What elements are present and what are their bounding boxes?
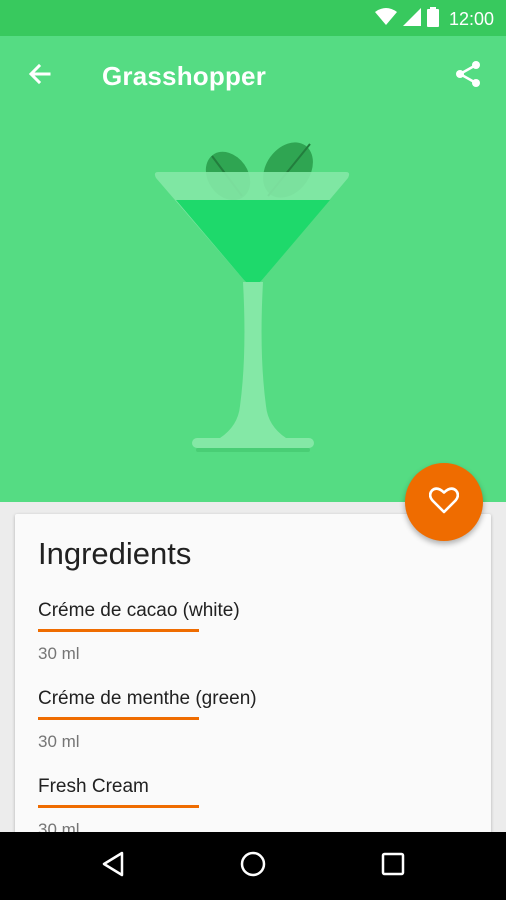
arrow-back-icon <box>27 61 53 91</box>
share-button[interactable] <box>450 58 486 94</box>
ingredient-amount: 30 ml <box>38 644 80 663</box>
signal-icon <box>402 8 421 30</box>
ingredient-name: Créme de cacao (white) <box>38 600 240 621</box>
ingredient-amount: 30 ml <box>38 732 80 751</box>
status-bar: 12:00 <box>0 0 506 36</box>
share-icon <box>454 60 482 92</box>
status-icons: 12:00 <box>374 7 494 31</box>
status-time: 12:00 <box>448 8 494 29</box>
ingredients-heading: Ingredients <box>38 536 192 571</box>
page-title: Grasshopper <box>102 61 267 91</box>
ingredient-item: Créme de cacao (white) 30 ml <box>38 600 240 664</box>
favorite-button[interactable] <box>405 463 483 541</box>
nav-recents-button[interactable] <box>373 846 413 886</box>
heart-outline-icon <box>428 486 460 518</box>
ingredient-name: Fresh Cream <box>38 776 149 797</box>
ingredient-divider <box>38 805 199 808</box>
nav-home-button[interactable] <box>233 846 273 886</box>
battery-icon <box>426 7 439 31</box>
ingredient-item: Créme de menthe (green) 30 ml <box>38 688 257 752</box>
nav-back-button[interactable] <box>93 846 133 886</box>
toolbar: Grasshopper <box>0 36 506 116</box>
ingredient-item: Fresh Cream 30 ml <box>38 776 199 834</box>
circle-home-icon <box>239 850 267 882</box>
ingredients-card: Ingredients Créme de cacao (white) 30 ml… <box>15 514 491 834</box>
cocktail-glass-illustration <box>150 134 356 468</box>
ingredient-divider <box>38 629 199 632</box>
back-button[interactable] <box>22 58 58 94</box>
triangle-back-icon <box>100 850 126 882</box>
wifi-icon <box>374 8 397 30</box>
ingredient-divider <box>38 717 199 720</box>
ingredient-name: Créme de menthe (green) <box>38 688 257 709</box>
square-recents-icon <box>380 851 406 881</box>
navigation-bar <box>0 832 506 900</box>
